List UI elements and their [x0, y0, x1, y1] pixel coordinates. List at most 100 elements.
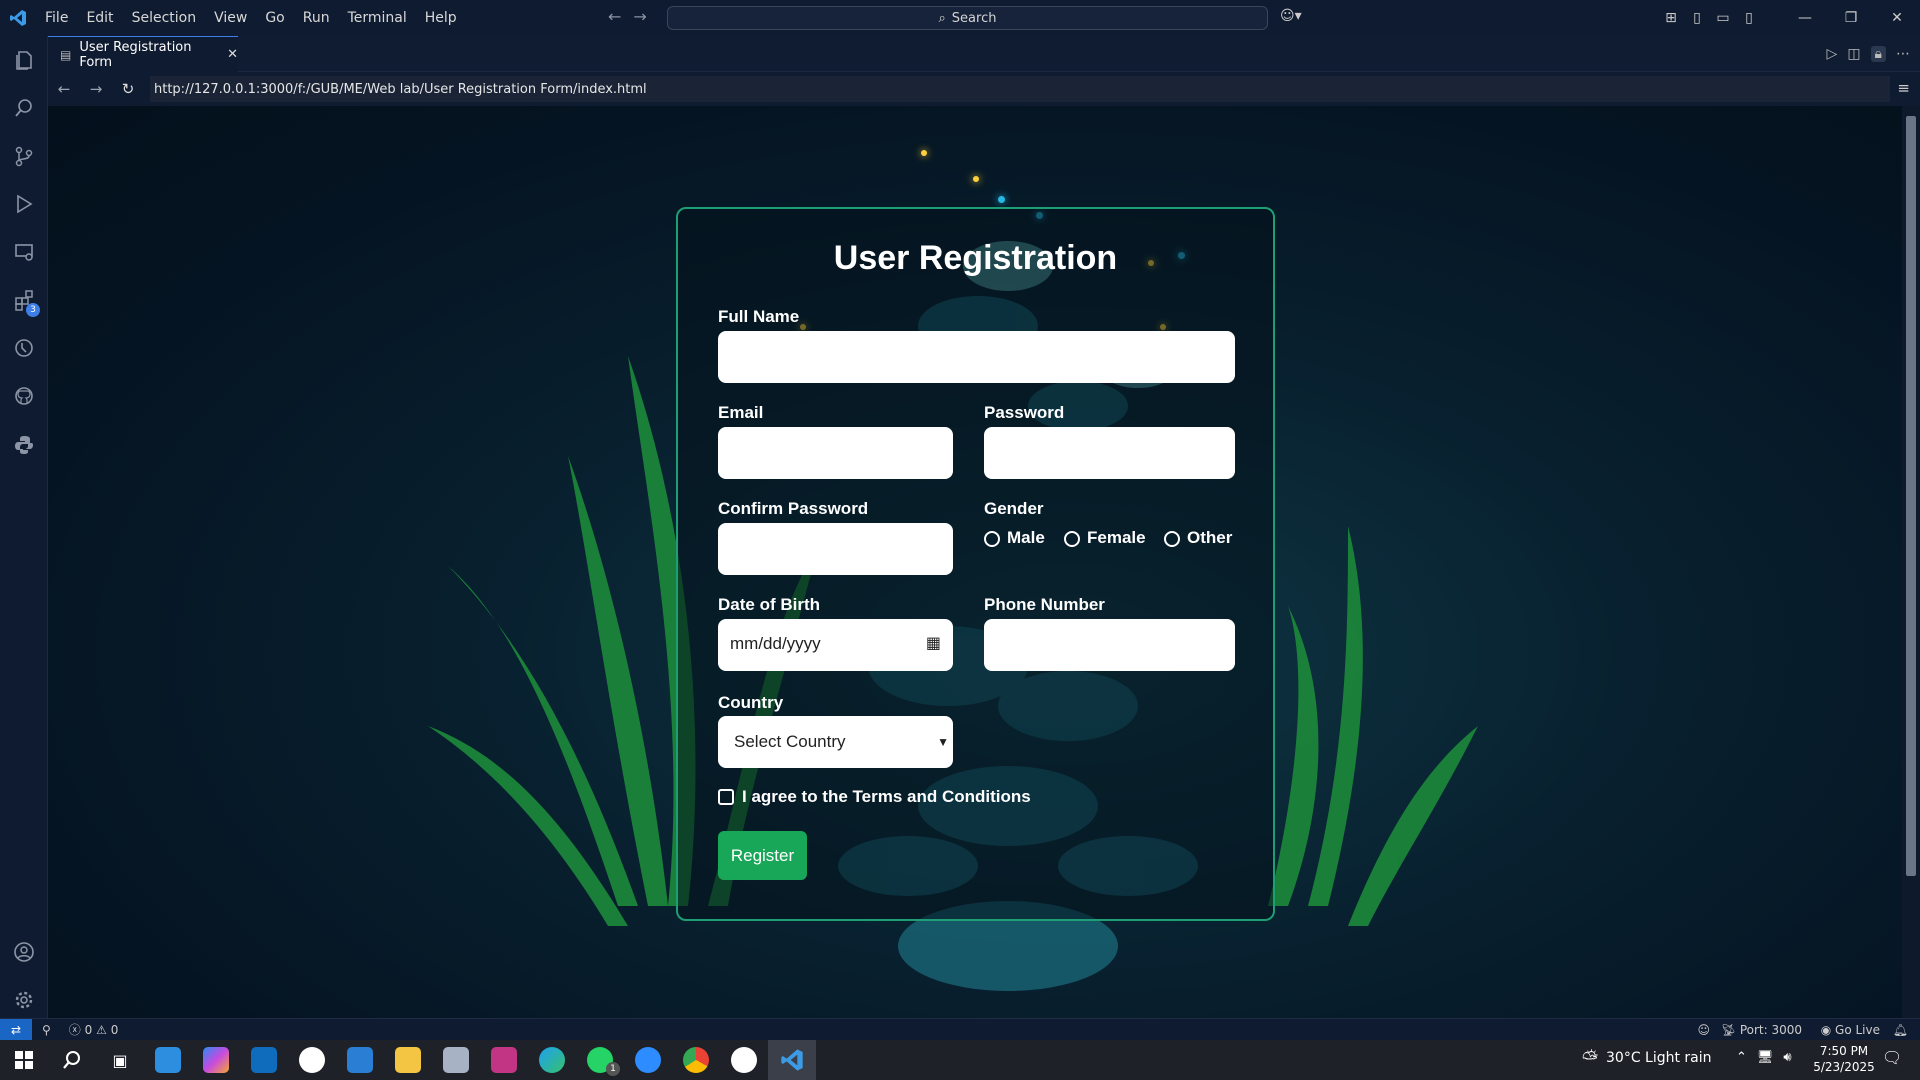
extensions-icon[interactable]: 3 [0, 276, 48, 324]
remote-explorer-icon[interactable] [0, 228, 48, 276]
podcast-app-icon[interactable] [480, 1040, 528, 1080]
radio-other[interactable] [1164, 530, 1180, 547]
github-icon[interactable] [0, 372, 48, 420]
taskbar-app-icon[interactable] [144, 1040, 192, 1080]
volume-icon[interactable]: 🔊︎ [1783, 1050, 1791, 1065]
zoom-icon[interactable] [624, 1040, 672, 1080]
register-button[interactable]: Register [718, 831, 807, 880]
explorer-icon[interactable] [0, 36, 48, 84]
accounts-icon[interactable] [0, 928, 48, 976]
go-live-button[interactable]: ◉ Go Live [1821, 1023, 1880, 1037]
dob-input[interactable]: mm/dd/yyyy ▦ [718, 619, 953, 671]
toggle-panel-icon[interactable]: ▭ [1710, 10, 1736, 26]
female-label: Female [1087, 528, 1146, 547]
customize-layout-icon[interactable]: ⊞ [1658, 10, 1684, 26]
whatsapp-badge: 1 [606, 1062, 620, 1076]
store-icon[interactable] [336, 1040, 384, 1080]
close-window-button[interactable]: ✕ [1874, 10, 1920, 26]
python-icon[interactable] [0, 420, 48, 468]
close-tab-icon[interactable]: ✕ [227, 47, 238, 62]
error-count: 0 [84, 1023, 93, 1037]
run-icon[interactable]: ▷ [1827, 46, 1838, 62]
menu-file[interactable]: File [36, 0, 77, 36]
forward-arrow-icon[interactable]: → [633, 7, 646, 26]
terms-checkbox[interactable] [718, 789, 734, 805]
app-window-icon[interactable] [432, 1040, 480, 1080]
menu-terminal[interactable]: Terminal [339, 0, 416, 36]
chevron-up-icon[interactable]: ⌃ [1736, 1050, 1747, 1065]
copilot-icon[interactable]: ☺▾ [1280, 8, 1302, 24]
menu-bar: File Edit Selection View Go Run Terminal… [36, 0, 466, 36]
minimize-button[interactable]: — [1782, 10, 1828, 26]
browser-forward-icon[interactable]: → [80, 80, 112, 98]
file-explorer-icon[interactable] [384, 1040, 432, 1080]
more-actions-icon[interactable]: ⋯ [1896, 46, 1910, 62]
network-icon[interactable]: 🖥︎ [1757, 1050, 1774, 1065]
port-label: Port: 3000 [1739, 1023, 1802, 1037]
settings-gear-icon[interactable] [0, 976, 48, 1024]
live-share-icon[interactable]: ⚲ [42, 1023, 51, 1037]
remote-indicator-icon[interactable]: ⇄ [0, 1018, 32, 1041]
password-input[interactable] [984, 427, 1235, 479]
browser-back-icon[interactable]: ← [48, 80, 80, 98]
menu-edit[interactable]: Edit [77, 0, 122, 36]
menu-help[interactable]: Help [416, 0, 466, 36]
radio-male[interactable] [984, 530, 1000, 547]
split-editor-icon[interactable]: ◫ [1847, 46, 1860, 62]
toggle-sidebar-icon[interactable]: ▯ [1684, 10, 1710, 26]
search-view-icon[interactable] [0, 84, 48, 132]
menu-selection[interactable]: Selection [123, 0, 206, 36]
radio-female[interactable] [1064, 530, 1080, 547]
edge-icon[interactable] [528, 1040, 576, 1080]
male-label: Male [1007, 528, 1045, 547]
gender-option-male[interactable]: Male [984, 528, 1045, 548]
gender-option-female[interactable]: Female [1064, 528, 1146, 548]
phone-input[interactable] [984, 619, 1235, 671]
github-desktop-icon[interactable] [720, 1040, 768, 1080]
chrome-icon[interactable] [672, 1040, 720, 1080]
command-center-search[interactable]: ⌕ Search [667, 6, 1268, 30]
copilot-status-icon[interactable]: ☺ [1697, 1023, 1710, 1037]
lock-icon[interactable]: 🔒︎ [1870, 46, 1886, 62]
browser-menu-icon[interactable]: ≡ [1897, 79, 1910, 97]
menu-run[interactable]: Run [294, 0, 339, 36]
timeline-icon[interactable] [0, 324, 48, 372]
notification-center-icon[interactable]: 🗨︎ [1882, 1048, 1902, 1067]
confirm-password-label: Confirm Password [718, 499, 869, 518]
back-arrow-icon[interactable]: ← [608, 7, 621, 26]
menu-view[interactable]: View [205, 0, 256, 36]
email-label: Email [718, 403, 764, 422]
system-tray: ⌃ 🖥︎ 🔊︎ [1736, 1050, 1792, 1065]
task-view-icon[interactable]: ▣ [96, 1040, 144, 1080]
taskbar-search-icon[interactable] [48, 1040, 96, 1080]
windows-start-icon[interactable] [0, 1040, 48, 1080]
calendar-icon[interactable]: ▦ [926, 633, 941, 652]
problems-indicator[interactable]: ⓧ 0 ⚠ 0 [69, 1021, 119, 1038]
restore-button[interactable]: ❐ [1828, 10, 1874, 26]
email-input[interactable] [718, 427, 953, 479]
run-debug-icon[interactable] [0, 180, 48, 228]
outlook-icon[interactable] [240, 1040, 288, 1080]
port-indicator[interactable]: 📡︎ Port: 3000 [1721, 1023, 1802, 1037]
page-viewport: User Registration Full Name Email Passwo… [48, 106, 1902, 1018]
menu-go[interactable]: Go [256, 0, 293, 36]
clock-app-icon[interactable] [288, 1040, 336, 1080]
source-control-icon[interactable] [0, 132, 48, 180]
confirm-password-input[interactable] [718, 523, 953, 575]
country-select[interactable]: Select Country ▼ [718, 716, 953, 768]
toggle-secondary-sidebar-icon[interactable]: ▯ [1736, 10, 1762, 26]
whatsapp-icon[interactable]: 1 [576, 1040, 624, 1080]
gender-option-other[interactable]: Other [1164, 528, 1232, 548]
page-scrollbar[interactable] [1902, 106, 1920, 1018]
clock-time: 7:50 PM [1819, 1044, 1869, 1058]
vscode-taskbar-icon[interactable] [768, 1040, 816, 1080]
url-field[interactable]: http://127.0.0.1:3000/f:/GUB/ME/Web lab/… [150, 76, 1890, 102]
notifications-bell-icon[interactable]: 🔔︎ [1893, 1023, 1908, 1037]
tab-user-registration-form[interactable]: ▤ User Registration Form ✕ [48, 36, 238, 72]
copilot-taskbar-icon[interactable] [192, 1040, 240, 1080]
reload-icon[interactable]: ↻ [112, 80, 144, 98]
clock[interactable]: 7:50 PM 5/23/2025 [1808, 1043, 1880, 1075]
weather-widget[interactable]: ⛅︎ 30°C Light rain [1582, 1046, 1712, 1070]
scrollbar-thumb[interactable] [1906, 116, 1916, 876]
full-name-input[interactable] [718, 331, 1235, 383]
